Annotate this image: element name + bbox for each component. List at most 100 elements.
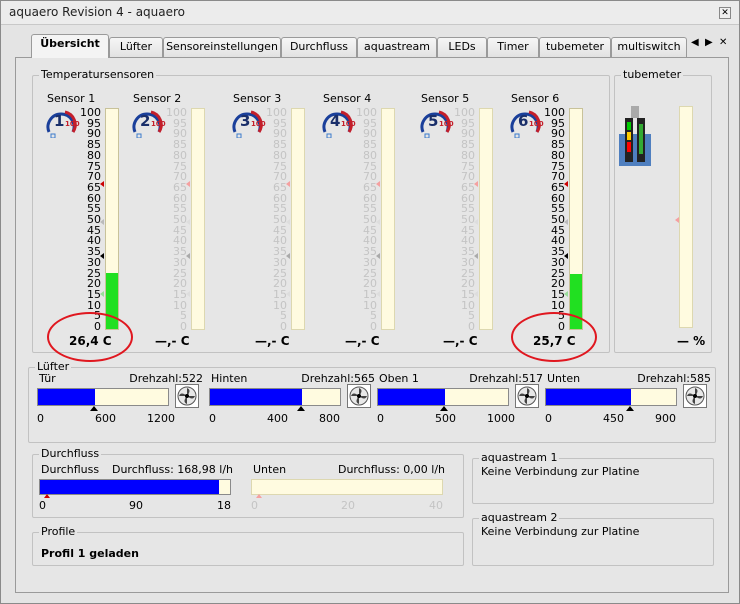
temperature-reading: —,- C bbox=[255, 334, 290, 348]
tab-tubemeter[interactable]: tubemeter bbox=[539, 37, 611, 57]
gauge-number: 1 bbox=[54, 112, 65, 130]
tab-scroll-left-icon[interactable]: ◀ bbox=[691, 37, 699, 48]
fan-tick-min: 0 bbox=[545, 412, 552, 425]
fan-icon[interactable] bbox=[347, 384, 371, 408]
temperature-bar bbox=[376, 108, 395, 330]
temperature-scale: 100 95 90 85 80 75 70 65 60 55 50 45 40 35 30 25 20 15 10 5… bbox=[537, 107, 565, 332]
fan-icon[interactable] bbox=[683, 384, 707, 408]
fan-tick-min: 0 bbox=[37, 412, 44, 425]
aquastream-1-group: aquastream 1 Keine Verbindung zur Platin… bbox=[472, 451, 714, 504]
tab-scroll-right-icon[interactable]: ▶ bbox=[705, 37, 713, 48]
min-marker bbox=[564, 291, 568, 297]
aquastream-1-label: aquastream 1 bbox=[479, 451, 560, 464]
fan-tick-mid: 400 bbox=[267, 412, 288, 425]
target-marker bbox=[186, 253, 190, 259]
sensor-name: Sensor 1 bbox=[47, 92, 96, 105]
fan-tick-mid: 500 bbox=[435, 412, 456, 425]
sensor-name: Sensor 5 bbox=[421, 92, 470, 105]
warn-marker bbox=[186, 219, 190, 225]
scale-tick: 0 bbox=[370, 320, 377, 333]
fan-speed-bar bbox=[37, 388, 169, 406]
fan-speed-fill bbox=[38, 389, 95, 405]
flow-alarm-marker bbox=[44, 494, 50, 498]
flow-tick-max: 40 bbox=[429, 499, 443, 512]
sensor-name: Sensor 3 bbox=[233, 92, 282, 105]
temperature-bar bbox=[286, 108, 305, 330]
min-marker bbox=[286, 291, 290, 297]
target-marker bbox=[474, 253, 478, 259]
temperature-bar bbox=[474, 108, 493, 330]
fan-speed-fill bbox=[210, 389, 302, 405]
alarm-marker bbox=[186, 181, 190, 187]
flow-tick-mid: 20 bbox=[341, 499, 355, 512]
flow-name: Durchfluss bbox=[41, 463, 100, 476]
tubemeter-label: tubemeter bbox=[621, 68, 684, 81]
fan-name: Oben 1 bbox=[379, 372, 419, 385]
flow-tick-min: 0 bbox=[251, 499, 258, 512]
temperature-scale: 100 95 90 85 80 75 70 65 60 55 50 45 40 35 30 25 20 15 10 5… bbox=[259, 107, 287, 332]
flow-bar bbox=[39, 479, 231, 495]
tab-multiswitch[interactable]: multiswitch bbox=[611, 37, 687, 57]
warn-marker bbox=[564, 219, 568, 225]
tab-close-icon[interactable]: ✕ bbox=[719, 37, 727, 48]
window-title: aquaero Revision 4 - aquaero bbox=[9, 5, 186, 19]
warn-marker bbox=[474, 219, 478, 225]
tab-leds[interactable]: LEDs bbox=[437, 37, 487, 57]
aquastream-2-label: aquastream 2 bbox=[479, 511, 560, 524]
alarm-marker bbox=[100, 181, 104, 187]
fan-tick-min: 0 bbox=[377, 412, 384, 425]
fan-icon[interactable] bbox=[175, 384, 199, 408]
gauge-number: 2 bbox=[140, 112, 151, 130]
temperature-reading: —,- C bbox=[345, 334, 380, 348]
fan-pointer bbox=[626, 406, 634, 411]
warn-marker bbox=[286, 219, 290, 225]
flow-1: Durchfluss Durchfluss: 168,98 l/h 0 90 1… bbox=[39, 455, 233, 517]
fan-tick-max: 1200 bbox=[147, 412, 175, 425]
flow-2: Unten Durchfluss: 0,00 l/h 0 20 40 bbox=[251, 455, 445, 517]
fan-speed-fill bbox=[546, 389, 631, 405]
tab-uebersicht[interactable]: Übersicht bbox=[31, 34, 109, 58]
warn-marker bbox=[100, 219, 104, 225]
flow-tick-min: 0 bbox=[39, 499, 46, 512]
temperature-bar bbox=[564, 108, 583, 330]
tab-durchfluss[interactable]: Durchfluss bbox=[281, 37, 357, 57]
fan-pointer bbox=[90, 406, 98, 411]
sensor-name: Sensor 2 bbox=[133, 92, 182, 105]
fan-icon[interactable] bbox=[515, 384, 539, 408]
tab-aquastream[interactable]: aquastream bbox=[357, 37, 437, 57]
tubemeter-marker bbox=[675, 217, 679, 223]
alarm-marker bbox=[376, 181, 380, 187]
sensor-4: Sensor 4 4 100 100 95 90 85 80 75 70 65 60 55 50 45… bbox=[309, 76, 399, 356]
fan-2: Hinten Drehzahl:565 0 400 800 bbox=[209, 368, 375, 430]
tab-timer[interactable]: Timer bbox=[487, 37, 539, 57]
alarm-marker bbox=[564, 181, 568, 187]
tab-luefter[interactable]: Lüfter bbox=[109, 37, 163, 57]
alarm-marker bbox=[286, 181, 290, 187]
sensor-name: Sensor 4 bbox=[323, 92, 372, 105]
flow-value: Durchfluss: 0,00 l/h bbox=[337, 463, 445, 476]
temperature-scale: 100 95 90 85 80 75 70 65 60 55 50 45 40 35 30 25 20 15 10 5… bbox=[159, 107, 187, 333]
tab-sensoreinstellungen[interactable]: Sensoreinstellungen bbox=[163, 37, 281, 57]
temperature-bar bbox=[100, 108, 119, 330]
overview-panel: Temperatursensoren Sensor 1 1 100 100 95 9… bbox=[15, 57, 729, 593]
tubemeter-icon bbox=[619, 106, 651, 168]
fan-1: Tür Drehzahl:522 0 600 1200 bbox=[37, 368, 203, 430]
tubemeter-group: tubemeter — % bbox=[614, 68, 712, 353]
target-marker bbox=[100, 253, 104, 259]
highlight-circle bbox=[511, 312, 597, 362]
target-marker bbox=[376, 253, 380, 259]
close-icon[interactable]: ✕ bbox=[719, 7, 731, 19]
fan-speed-fill bbox=[378, 389, 445, 405]
flow-tick-max: 18 bbox=[217, 499, 231, 512]
aquastream-2-status: Keine Verbindung zur Platine bbox=[481, 525, 640, 538]
flow-name: Unten bbox=[253, 463, 287, 476]
min-marker bbox=[474, 291, 478, 297]
fan-speed-bar bbox=[545, 388, 677, 406]
flow-bar bbox=[251, 479, 443, 495]
alarm-marker bbox=[474, 181, 478, 187]
tab-bar: Übersicht Lüfter Sensoreinstellungen Dur… bbox=[1, 33, 739, 58]
scale-tick: 0 bbox=[180, 320, 187, 333]
temperature-scale: 100 95 90 85 80 75 70 65 60 55 50 45 40 35 30 25 20 15 10 5… bbox=[73, 107, 101, 332]
fan-speed-bar bbox=[209, 388, 341, 406]
profile-group: Profile Profil 1 geladen bbox=[32, 525, 464, 566]
